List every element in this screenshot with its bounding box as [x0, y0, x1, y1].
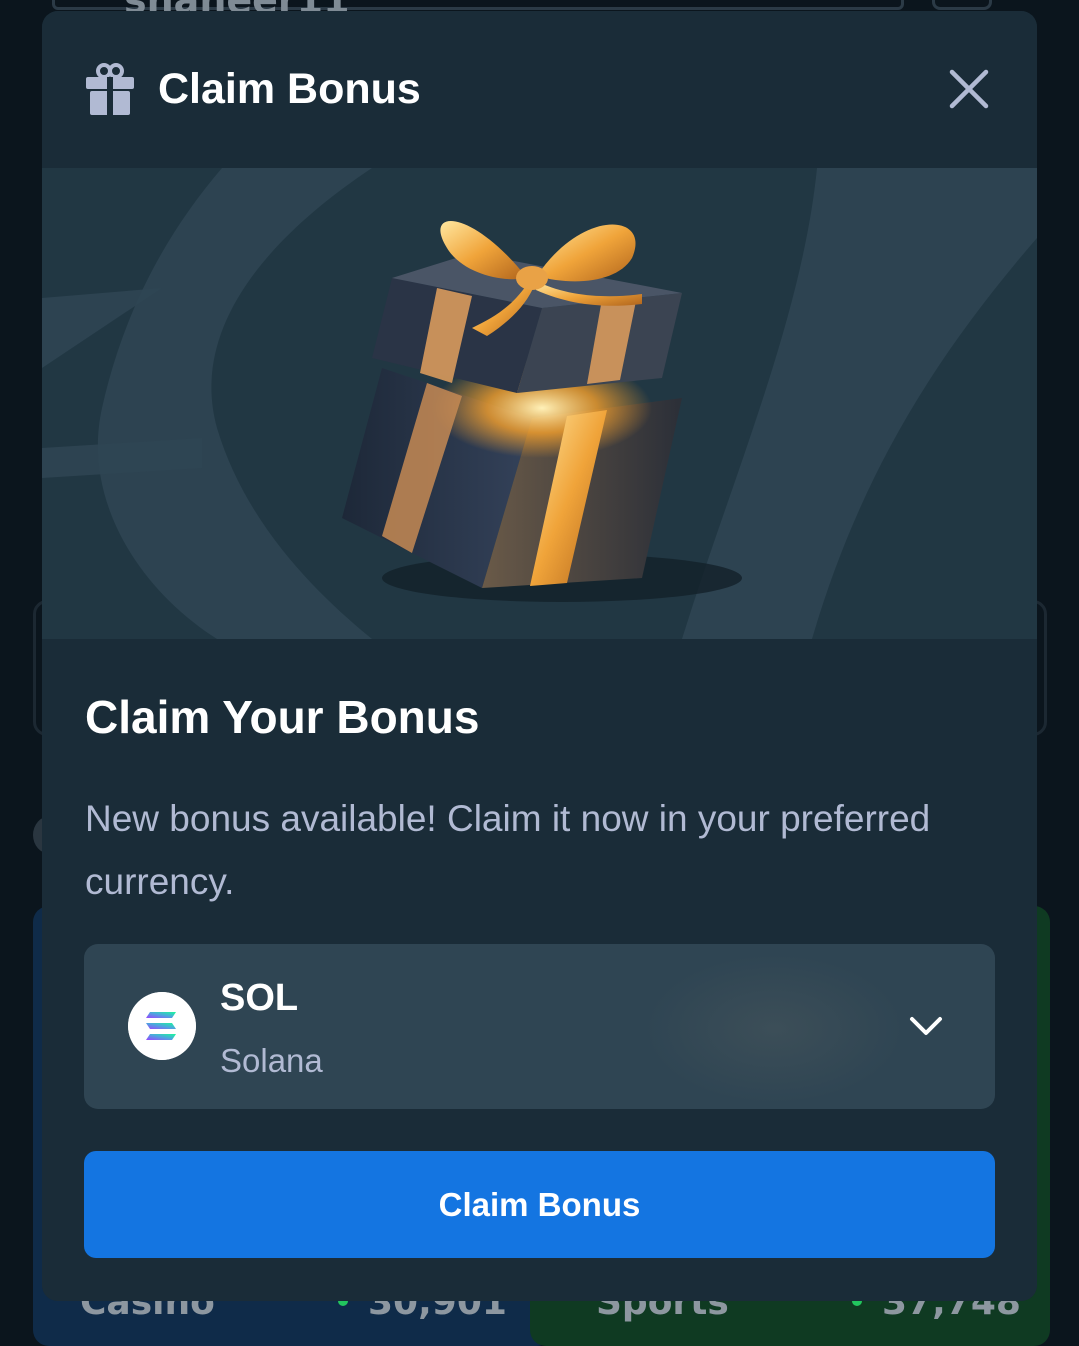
modal-title: Claim Bonus [158, 65, 421, 113]
hero-banner [42, 168, 1037, 639]
currency-name: Solana [220, 1042, 323, 1079]
solana-icon [128, 992, 196, 1060]
gift-icon [86, 63, 134, 115]
background-top-button [932, 0, 992, 10]
chevron-down-icon [910, 1017, 942, 1035]
body-heading: Claim Your Bonus [85, 691, 480, 743]
body-description: New bonus available! Claim it now in you… [85, 798, 931, 902]
modal-body: Claim Your Bonus New bonus available! Cl… [42, 639, 1037, 1301]
currency-code: SOL [220, 977, 299, 1019]
currency-select[interactable]: SOL Solana [84, 944, 995, 1109]
gift-box-illustration [42, 168, 1037, 639]
claim-bonus-modal: Claim Bonus Claim Your Bonus New bonus a… [42, 11, 1037, 1301]
modal-header: Claim Bonus [42, 11, 1037, 168]
claim-bonus-button[interactable]: Claim Bonus [84, 1151, 995, 1258]
select-highlight [644, 954, 904, 1104]
close-icon[interactable] [943, 63, 995, 115]
